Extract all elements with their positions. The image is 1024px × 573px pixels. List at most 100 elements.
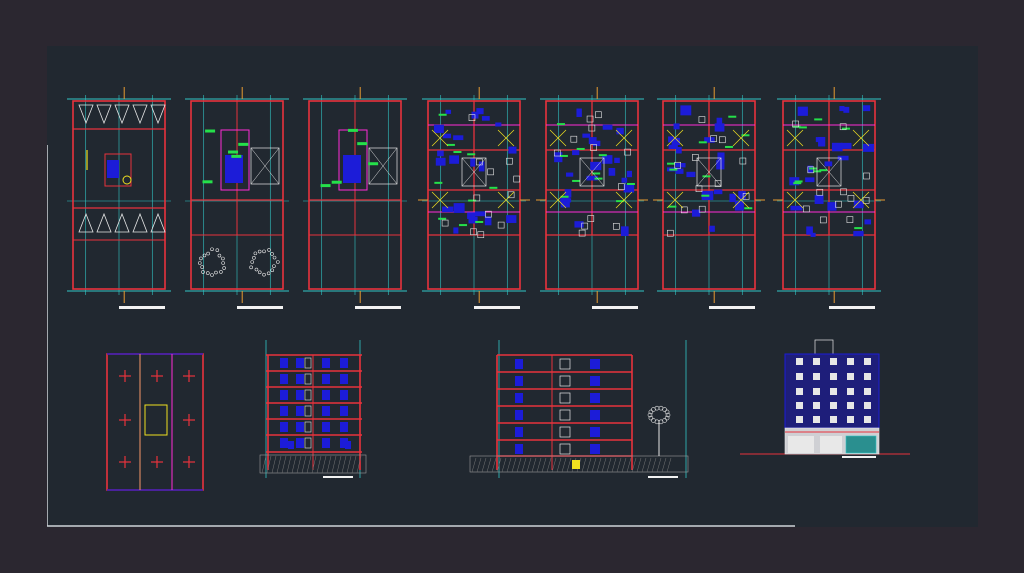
door xyxy=(304,421,312,433)
tree-symbol xyxy=(215,248,220,252)
roof-plan-sheet[interactable] xyxy=(106,353,204,491)
furniture xyxy=(676,147,682,154)
furniture xyxy=(621,177,628,183)
ground-hatch xyxy=(666,457,672,473)
section-b-sheet[interactable] xyxy=(469,340,689,478)
plan-sheet-7[interactable] xyxy=(773,87,885,309)
ground-hatch xyxy=(556,457,562,473)
ground-hatch xyxy=(321,455,327,474)
fixture xyxy=(692,154,699,161)
plan-sheet-6[interactable] xyxy=(653,87,765,309)
furniture xyxy=(445,109,452,114)
window xyxy=(559,392,571,404)
ground-hatch xyxy=(351,455,357,474)
entrance xyxy=(820,436,842,453)
stair-block xyxy=(343,155,361,183)
room-label xyxy=(814,118,823,121)
ground-hatch xyxy=(501,457,507,473)
furniture xyxy=(864,219,872,225)
ground-hatch xyxy=(281,455,287,474)
room-label xyxy=(702,175,711,178)
window xyxy=(340,374,348,384)
scale-bar xyxy=(829,306,875,309)
room-label xyxy=(701,194,710,197)
ground-hatch xyxy=(611,457,617,473)
label xyxy=(228,150,239,154)
plan-sheet-5[interactable] xyxy=(536,87,648,309)
roof-access xyxy=(144,404,168,436)
door xyxy=(304,357,312,369)
room-label xyxy=(459,224,468,227)
window xyxy=(864,358,871,365)
window xyxy=(864,388,871,395)
drawing-viewport[interactable] xyxy=(47,46,978,527)
furniture xyxy=(582,133,591,138)
plan-sheet-1[interactable] xyxy=(67,87,171,309)
tree-symbol xyxy=(250,260,255,264)
furniture xyxy=(614,157,620,164)
ground-hatch xyxy=(326,455,332,474)
furniture xyxy=(560,197,570,208)
window xyxy=(296,422,304,432)
fixture xyxy=(618,183,625,190)
label xyxy=(238,142,249,146)
ground-hatch xyxy=(591,457,597,473)
window xyxy=(864,416,871,423)
tree-symbol xyxy=(217,253,222,258)
room-label xyxy=(559,154,568,157)
room-label xyxy=(809,167,818,170)
furniture xyxy=(620,226,629,237)
ground-hatch xyxy=(641,457,647,473)
tree-symbol xyxy=(201,270,205,274)
tree-symbol xyxy=(200,265,204,269)
fixture xyxy=(497,221,505,229)
furniture xyxy=(686,171,696,178)
label xyxy=(331,180,342,184)
scale-bar xyxy=(355,306,401,309)
front-elevation-sheet[interactable] xyxy=(740,339,910,458)
tree-symbol xyxy=(219,270,223,274)
furniture xyxy=(790,205,803,211)
parking-space xyxy=(132,212,148,233)
room-label xyxy=(724,145,733,148)
room-label xyxy=(467,153,476,156)
scale-bar xyxy=(237,306,283,309)
tree-symbol xyxy=(221,256,225,261)
window xyxy=(590,376,600,386)
furniture xyxy=(713,189,723,195)
ground-hatch xyxy=(336,455,342,474)
tree-symbol xyxy=(272,255,277,260)
fixture xyxy=(846,216,854,223)
window xyxy=(322,406,330,416)
furniture xyxy=(453,203,465,213)
window xyxy=(296,374,304,384)
tree-symbol xyxy=(210,273,214,277)
room-label xyxy=(598,154,607,157)
plan-sheet-3[interactable] xyxy=(303,87,407,309)
storefront xyxy=(845,435,877,454)
plan-sheet-2[interactable] xyxy=(185,87,289,309)
room-label xyxy=(572,179,581,182)
section-a-sheet[interactable] xyxy=(259,340,367,478)
parking-space xyxy=(96,104,112,125)
room-label xyxy=(434,181,443,184)
plan-sheet-4[interactable] xyxy=(418,87,530,309)
room-label xyxy=(438,113,447,116)
furniture xyxy=(602,124,613,130)
tree-symbol xyxy=(214,270,218,275)
tree-symbol xyxy=(202,253,207,258)
label xyxy=(347,128,358,132)
scale-bar xyxy=(842,456,876,458)
window xyxy=(590,410,600,420)
furniture xyxy=(680,105,692,116)
cad-drawing[interactable] xyxy=(47,46,978,527)
room-label xyxy=(468,199,477,202)
window xyxy=(340,406,348,416)
window xyxy=(280,438,288,448)
furniture xyxy=(843,106,850,113)
furniture xyxy=(797,106,808,116)
furniture xyxy=(673,123,680,130)
room-label xyxy=(626,182,635,185)
window xyxy=(515,427,523,437)
fixture xyxy=(820,216,827,224)
